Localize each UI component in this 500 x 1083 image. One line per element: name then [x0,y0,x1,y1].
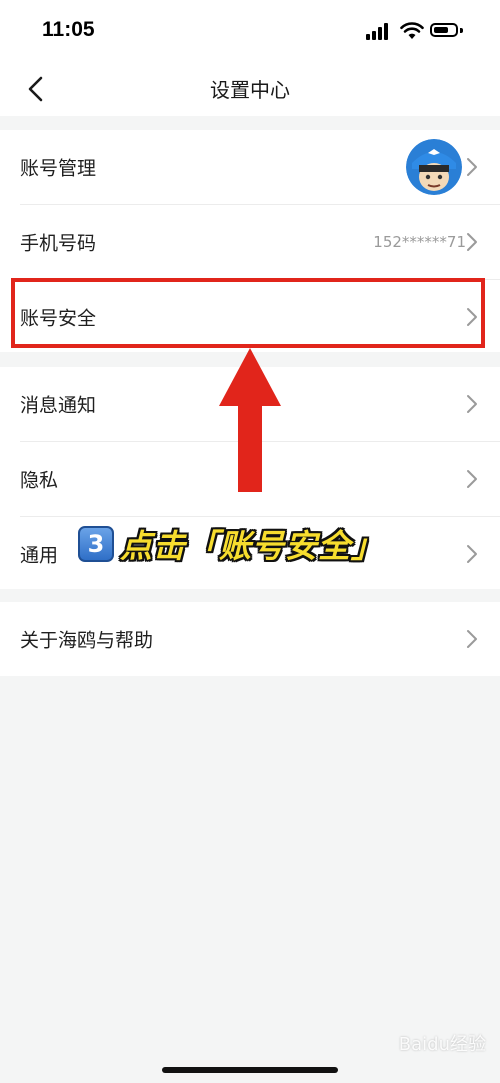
row-about-help[interactable]: 关于海鸥与帮助 [0,602,500,676]
status-bar: 11:05 [0,0,500,62]
row-phone-number[interactable]: 手机号码 152******71 [0,205,500,279]
chevron-right-icon [467,470,477,488]
wifi-icon [400,22,424,39]
row-label: 隐私 [20,469,59,492]
annotation-text: 点击「账号安全」 [120,527,385,565]
battery-icon [430,23,458,37]
watermark: Baidu经验 [398,1034,486,1055]
row-label: 关于海鸥与帮助 [20,629,154,652]
chevron-right-icon [467,395,477,413]
row-label: 通用 [20,544,59,567]
signal-icon [366,22,392,40]
page-title: 设置中心 [210,78,290,102]
status-icons [366,22,476,42]
highlight-box [11,278,485,348]
settings-group-about: 关于海鸥与帮助 [0,602,500,676]
nav-bar: 设置中心 [0,62,500,116]
row-account-management[interactable]: 账号管理 [0,130,500,204]
phone-number-value: 152******71 [373,233,466,251]
row-label: 手机号码 [20,232,97,255]
chevron-right-icon [467,545,477,563]
status-time: 11:05 [42,18,95,41]
row-label: 消息通知 [20,394,97,417]
row-label: 账号管理 [20,157,97,180]
chevron-right-icon [467,158,477,176]
home-indicator[interactable] [162,1067,338,1073]
chevron-right-icon [467,233,477,251]
step-annotation: 3 点击「账号安全」 [78,522,384,566]
arrow-up-icon [219,348,281,492]
chevron-right-icon [467,630,477,648]
step-number-badge: 3 [78,526,114,562]
avatar [406,139,462,195]
